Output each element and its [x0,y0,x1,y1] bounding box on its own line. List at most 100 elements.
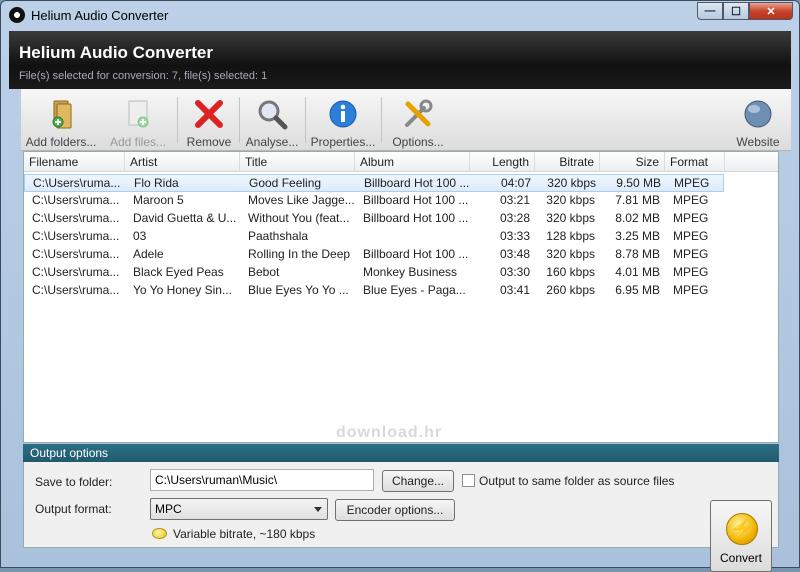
cell-album: Billboard Hot 100 ... [363,247,469,261]
table-row[interactable]: C:\Users\ruma... Black Eyed Peas Bebot Monk… [24,264,778,282]
client-area: Helium Audio Converter File(s) selected … [9,31,791,572]
cell-length: 03:33 [499,229,530,243]
output-options-header: Output options [23,444,779,462]
table-row[interactable]: C:\Users\ruma... David Guetta & U... Witho… [24,210,778,228]
cell-bitrate: 320 kbps [547,176,596,190]
cell-filename: C:\Users\ruma... [32,211,120,225]
cell-bitrate: 320 kbps [546,211,595,225]
remove-label: Remove [186,135,232,149]
remove-icon [192,97,226,131]
cell-artist: Flo Rida [134,176,179,190]
minimize-button[interactable]: — [697,2,723,20]
cell-size: 6.95 MB [615,283,660,297]
info-icon [326,97,360,131]
speech-bubble-icon [152,528,167,539]
save-folder-label: Save to folder: [35,475,113,489]
file-list[interactable]: Filename Artist Title Album Length Bitra… [23,151,779,443]
website-button[interactable]: Website [729,89,787,151]
column-header-length[interactable]: Length [470,152,535,172]
cell-filename: C:\Users\ruma... [32,229,120,243]
cell-title: Paathshala [248,229,309,243]
cell-size: 9.50 MB [616,176,661,190]
same-folder-label: Output to same folder as source files [479,474,675,488]
cell-album: Monkey Business [363,265,458,279]
encoder-options-button[interactable]: Encoder options... [335,499,455,521]
analyse-button[interactable]: Analyse... [243,89,301,151]
app-window: Helium Audio Converter — ☐ ✕ Helium Audi… [0,0,800,572]
add-files-label: Add files... [109,135,167,149]
cell-length: 03:21 [499,193,530,207]
cell-format: MPEG [673,265,709,279]
column-header-size[interactable]: Size [600,152,665,172]
title-bar[interactable]: Helium Audio Converter — ☐ ✕ [1,1,799,29]
cell-length: 03:48 [499,247,530,261]
same-folder-checkbox[interactable] [462,474,475,487]
table-row[interactable]: C:\Users\ruma... Adele Rolling In the Deep… [24,246,778,264]
output-format-select[interactable]: MPC [150,498,328,520]
cell-format: MPEG [673,193,709,207]
cell-title: Moves Like Jagge... [248,193,355,207]
cell-length: 04:07 [500,176,531,190]
cell-bitrate: 320 kbps [546,193,595,207]
analyse-label: Analyse... [245,135,299,149]
cell-album: Blue Eyes - Paga... [363,283,466,297]
cell-title: Bebot [248,265,280,279]
convert-button[interactable]: ⚡ Convert [710,500,772,572]
save-folder-input[interactable]: C:\Users\ruman\Music\ [150,469,374,491]
table-row[interactable]: C:\Users\ruma... 03 Paathshala 03:33 128 kbp… [24,228,778,246]
cell-title: Rolling In the Deep [248,247,351,261]
add-files-button[interactable]: Add files... [105,89,171,151]
options-button[interactable]: Options... [387,89,449,151]
column-header-format[interactable]: Format [665,152,725,172]
cell-artist: Maroon 5 [133,193,184,207]
table-row[interactable]: C:\Users\ruma... Yo Yo Honey Sin... Blue E… [24,282,778,300]
close-button[interactable]: ✕ [749,2,793,20]
cell-artist: Yo Yo Honey Sin... [133,283,232,297]
cell-album [358,228,470,246]
cell-length: 03:41 [499,283,530,297]
add-folders-button[interactable]: Add folders... [25,89,97,151]
cell-filename: C:\Users\ruma... [32,283,120,297]
remove-button[interactable]: Remove [183,89,235,151]
chevron-down-icon [314,507,322,512]
table-body: C:\Users\ruma... Flo Rida Good Feeling Bill… [24,174,778,300]
cell-size: 7.81 MB [615,193,660,207]
options-label: Options... [392,135,444,149]
cell-length: 03:30 [499,265,530,279]
app-icon [9,7,25,23]
cell-format: MPEG [673,229,709,243]
window-title: Helium Audio Converter [31,8,169,23]
output-format-label: Output format: [35,502,112,516]
change-folder-button[interactable]: Change... [382,470,454,492]
globe-icon [741,97,775,131]
column-header-bitrate[interactable]: Bitrate [535,152,600,172]
properties-label: Properties... [310,135,376,149]
cell-artist: Adele [133,247,164,261]
lightning-icon: ⚡ [726,513,758,545]
magnifier-icon [255,97,289,131]
output-options-panel: Save to folder: C:\Users\ruman\Music\ Ch… [23,462,779,572]
cell-filename: C:\Users\ruma... [33,176,121,190]
cell-filename: C:\Users\ruma... [32,265,120,279]
column-header-artist[interactable]: Artist [125,152,240,172]
table-row[interactable]: C:\Users\ruma... Maroon 5 Moves Like Jagge… [24,192,778,210]
table-row[interactable]: C:\Users\ruma... Flo Rida Good Feeling Bill… [24,174,724,192]
window-controls: — ☐ ✕ [697,2,793,20]
watermark: download.hr [336,424,443,441]
app-header: Helium Audio Converter File(s) selected … [9,31,791,89]
app-title: Helium Audio Converter [19,43,213,62]
cell-bitrate: 160 kbps [546,265,595,279]
column-header-title[interactable]: Title [240,152,355,172]
cell-format: MPEG [674,176,710,190]
cell-bitrate: 320 kbps [546,247,595,261]
column-header-filename[interactable]: Filename [24,152,125,172]
properties-button[interactable]: Properties... [309,89,377,151]
cell-size: 8.78 MB [615,247,660,261]
column-header-album[interactable]: Album [355,152,470,172]
cell-title: Blue Eyes Yo Yo ... [248,283,349,297]
cell-album: Billboard Hot 100 ... [363,211,469,225]
maximize-button[interactable]: ☐ [723,2,749,20]
tools-icon [401,97,435,131]
toolbar-separator [381,97,382,143]
cell-bitrate: 128 kbps [546,229,595,243]
